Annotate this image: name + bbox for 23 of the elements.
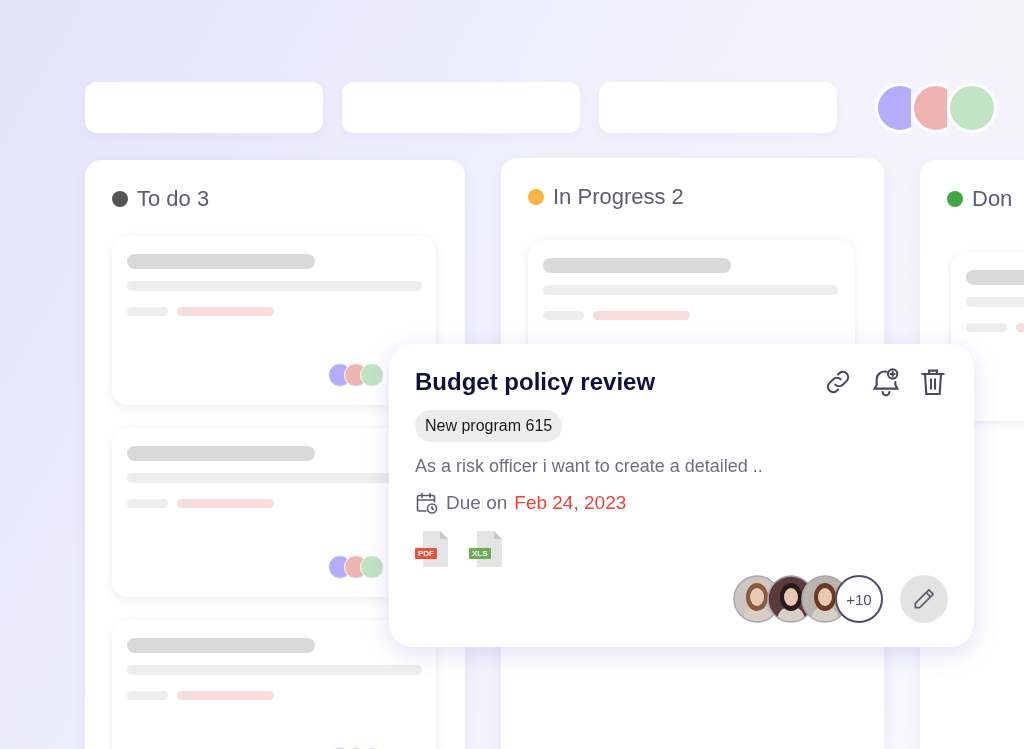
avatar (360, 555, 384, 579)
due-label: Due on (446, 492, 508, 514)
avatar (360, 363, 384, 387)
task-title: Budget policy review (415, 368, 656, 396)
bell-plus-icon[interactable] (870, 366, 902, 398)
file-type-label: PDF (415, 548, 437, 559)
filter-field[interactable] (342, 82, 580, 133)
column-title: To do 3 (137, 186, 210, 212)
column-title: Don (972, 186, 1013, 212)
avatar[interactable] (947, 82, 997, 133)
task-card-placeholder[interactable] (112, 620, 436, 749)
file-type-label: XLS (469, 548, 491, 559)
edit-button[interactable] (900, 575, 948, 623)
avatar[interactable] (911, 82, 947, 133)
due-date: Feb 24, 2023 (514, 492, 627, 514)
avatar[interactable] (875, 82, 911, 133)
calendar-clock-icon (415, 491, 439, 515)
filter-field[interactable] (85, 82, 323, 133)
column-title: In Progress 2 (553, 184, 684, 210)
task-description: As a risk officer i want to create a detailed .. (415, 456, 764, 477)
project-tag: New program 615 (415, 410, 563, 442)
pencil-icon (911, 586, 937, 612)
more-assignees-badge[interactable]: +10 (835, 575, 883, 623)
